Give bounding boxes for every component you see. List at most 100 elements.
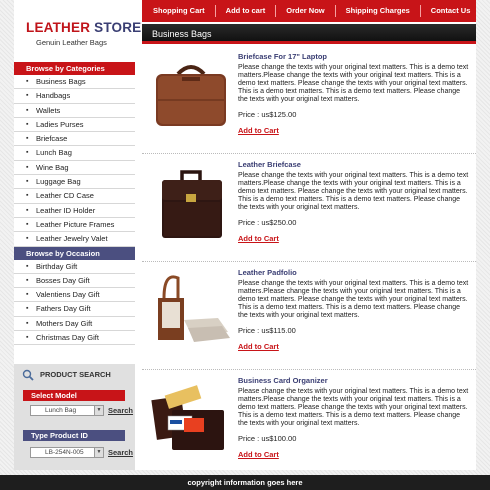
product-item: Leather Padfolio Please change the texts… [142, 262, 476, 370]
logo-title: LEATHER STORE [26, 20, 141, 35]
sidebar-item-fathers-day[interactable]: ▪ Fathers Day Gift [14, 302, 135, 317]
sidebar-item-label: Briefcase [36, 134, 68, 144]
sidebar-item-business-bags[interactable]: ▪ Business Bags [14, 75, 135, 90]
sidebar-item-label: Leather Picture Frames [36, 219, 115, 229]
sidebar-item-label: Bosses Day Gift [36, 275, 90, 285]
sidebar-item-luggage-bag[interactable]: ▪ Luggage Bag [14, 175, 135, 190]
sidebar-item-ladies-purses[interactable]: ▪ Ladies Purses [14, 118, 135, 133]
sidebar-item-label: Handbags [36, 91, 71, 101]
bullet-icon: ▪ [26, 235, 29, 243]
product-name[interactable]: Business Card Organizer [238, 376, 328, 385]
add-to-cart-link[interactable]: Add to Cart [238, 234, 279, 243]
add-to-cart-link[interactable]: Add to Cart [238, 450, 279, 459]
sidebar-item-label: Wallets [36, 105, 61, 115]
logo[interactable]: LEATHER STORE Genuin Leather Bags [14, 0, 141, 60]
logo-tagline: Genuin Leather Bags [36, 38, 107, 47]
product-image-leather-briefcase[interactable] [148, 160, 234, 246]
model-search-button[interactable]: Search [108, 406, 133, 415]
bullet-icon: ▪ [26, 305, 29, 313]
sidebar-item-label: Business Bags [36, 77, 86, 86]
top-navigation: Shopping Cart Add to cart Order Now Ship… [142, 0, 476, 22]
sidebar-item-label: Wine Bag [36, 162, 69, 172]
bullet-icon: ▪ [26, 319, 29, 327]
bullet-icon: ▪ [26, 149, 29, 157]
chevron-down-icon[interactable]: ▼ [94, 448, 103, 457]
product-name[interactable]: Leather Briefcase [238, 160, 301, 169]
bullet-icon: ▪ [26, 206, 29, 214]
sidebar-item-valentines[interactable]: ▪ Valentiens Day Gift [14, 288, 135, 303]
sidebar: Browse by Categories ▪ Business Bags ▪ Han… [14, 62, 135, 346]
product-name[interactable]: Leather Padfolio [238, 268, 297, 277]
sidebar-item-label: Fathers Day Gift [36, 304, 91, 314]
bullet-icon: ▪ [26, 178, 29, 186]
sidebar-item-lunch-bag[interactable]: ▪ Lunch Bag [14, 146, 135, 161]
product-id-search-button[interactable]: Search [108, 448, 133, 457]
select-model-label: Select Model [23, 390, 125, 401]
bullet-icon: ▪ [26, 262, 29, 270]
sidebar-item-id-holder[interactable]: ▪ Leather ID Holder [14, 204, 135, 218]
chevron-down-icon[interactable]: ▼ [94, 406, 103, 415]
product-description: Please change the texts with your origin… [238, 388, 469, 427]
nav-add-to-cart[interactable]: Add to cart [216, 5, 277, 17]
sidebar-item-label: Ladies Purses [36, 119, 84, 129]
sidebar-item-label: Valentiens Day Gift [36, 290, 100, 300]
product-image-padfolio[interactable] [148, 268, 234, 354]
product-id-input[interactable]: LB-254N-005 ▼ [30, 447, 104, 458]
sidebar-item-wallets[interactable]: ▪ Wallets [14, 104, 135, 118]
sidebar-item-christmas[interactable]: ▪ Christmas Day Gift [14, 331, 135, 346]
product-description: Please change the texts with your origin… [238, 64, 469, 103]
sidebar-item-handbags[interactable]: ▪ Handbags [14, 89, 135, 104]
product-image-card-organizer[interactable] [148, 376, 234, 462]
product-price: Price : us$115.00 [238, 326, 296, 335]
model-select[interactable]: Lunch Bag ▼ [30, 405, 104, 416]
sidebar-item-label: Leather CD Case [36, 191, 94, 201]
bullet-icon: ▪ [26, 163, 29, 171]
sidebar-item-label: Birthday Gift [36, 261, 78, 271]
bullet-icon: ▪ [26, 120, 29, 128]
bullet-icon: ▪ [26, 78, 29, 85]
product-name[interactable]: Briefcase For 17" Laptop [238, 52, 327, 61]
footer-copyright: copyright information goes here [0, 475, 490, 490]
product-id-value: LB-254N-005 [45, 449, 84, 456]
nav-contact-us[interactable]: Contact Us [421, 5, 481, 17]
product-item: Business Card Organizer Please change th… [142, 370, 476, 478]
bullet-icon: ▪ [26, 92, 29, 100]
product-price: Price : us$125.00 [238, 110, 297, 119]
sidebar-item-birthday[interactable]: ▪ Birthday Gift [14, 260, 135, 274]
model-select-value: Lunch Bag [45, 407, 77, 414]
bullet-icon: ▪ [26, 334, 29, 342]
sidebar-item-label: Leather ID Holder [36, 205, 96, 215]
product-item: Briefcase For 17" Laptop Please change t… [142, 46, 476, 154]
sidebar-item-label: Luggage Bag [36, 177, 81, 187]
nav-order-now[interactable]: Order Now [276, 5, 336, 17]
section-title: Business Bags [142, 24, 476, 44]
magnifier-icon [22, 369, 34, 381]
page-container: LEATHER STORE Genuin Leather Bags Shoppi… [14, 0, 476, 470]
product-price: Price : us$100.00 [238, 434, 297, 443]
sidebar-item-mothers-day[interactable]: ▪ Mothers Day Gift [14, 317, 135, 332]
logo-word-leather: LEATHER [26, 20, 91, 35]
categories-heading: Browse by Categories [14, 62, 135, 75]
add-to-cart-link[interactable]: Add to Cart [238, 126, 279, 135]
bullet-icon: ▪ [26, 106, 29, 114]
product-search-title: PRODUCT SEARCH [22, 369, 111, 381]
add-to-cart-link[interactable]: Add to Cart [238, 342, 279, 351]
nav-shopping-cart[interactable]: Shopping Cart [142, 5, 216, 17]
bullet-icon: ▪ [26, 276, 29, 284]
product-search-label: PRODUCT SEARCH [40, 369, 111, 379]
sidebar-item-wine-bag[interactable]: ▪ Wine Bag [14, 161, 135, 176]
sidebar-item-label: Leather Jewelry Valet [36, 234, 108, 244]
sidebar-item-label: Christmas Day Gift [36, 333, 99, 343]
sidebar-item-briefcase[interactable]: ▪ Briefcase [14, 132, 135, 147]
bullet-icon: ▪ [26, 220, 29, 228]
product-image-laptop-briefcase[interactable] [148, 52, 234, 138]
product-description: Please change the texts with your origin… [238, 172, 469, 211]
bullet-icon: ▪ [26, 192, 29, 200]
nav-shipping-charges[interactable]: Shipping Charges [336, 5, 421, 17]
sidebar-item-picture-frames[interactable]: ▪ Leather Picture Frames [14, 218, 135, 233]
sidebar-item-cd-case[interactable]: ▪ Leather CD Case [14, 189, 135, 204]
product-item: Leather Briefcase Please change the text… [142, 154, 476, 262]
sidebar-item-label: Mothers Day Gift [36, 318, 93, 328]
sidebar-item-jewelry-valet[interactable]: ▪ Leather Jewelry Valet [14, 232, 135, 247]
sidebar-item-bosses-day[interactable]: ▪ Bosses Day Gift [14, 274, 135, 289]
